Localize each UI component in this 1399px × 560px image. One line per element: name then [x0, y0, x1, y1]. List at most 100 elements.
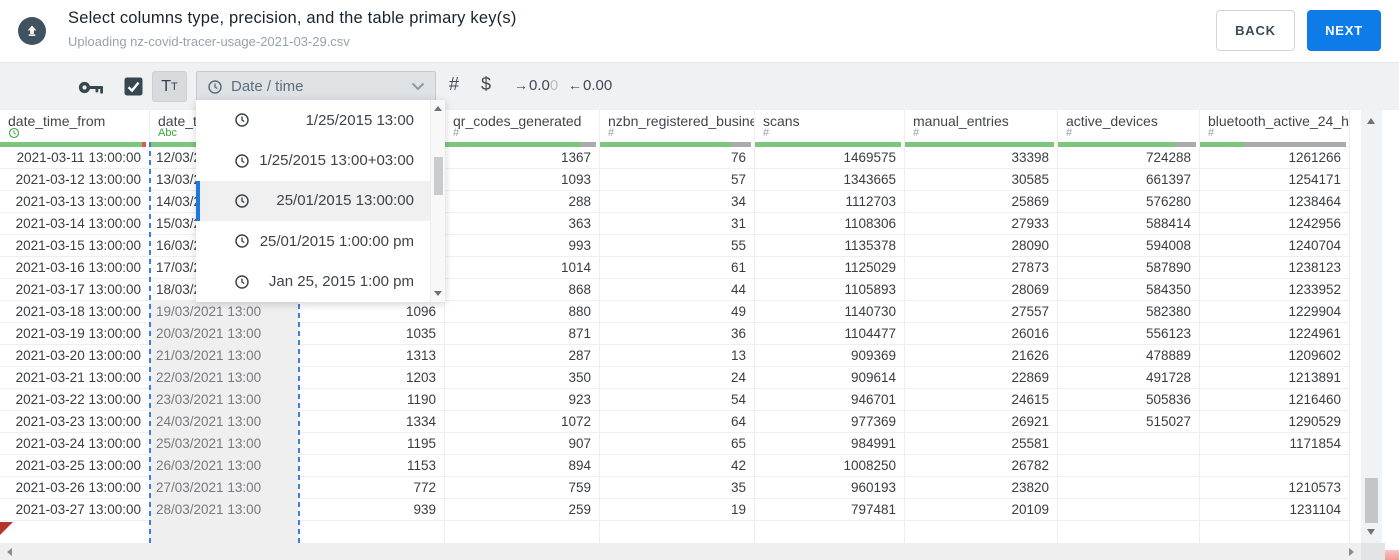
- dropdown-item[interactable]: 25/01/2015 13:00:00: [196, 180, 430, 222]
- table-cell[interactable]: 19: [600, 499, 755, 521]
- table-cell[interactable]: 34: [600, 191, 755, 213]
- table-cell[interactable]: 1171854: [1200, 433, 1350, 455]
- table-cell[interactable]: 1224961: [1200, 323, 1350, 345]
- scroll-up-icon[interactable]: [1367, 118, 1375, 124]
- decimal-increase-button[interactable]: ←0.00: [568, 77, 612, 94]
- table-cell[interactable]: 594008: [1058, 235, 1200, 257]
- horizontal-scrollbar[interactable]: [0, 543, 1361, 560]
- table-cell[interactable]: 1229904: [1200, 301, 1350, 323]
- currency-type-button[interactable]: $: [481, 74, 491, 95]
- table-cell[interactable]: 259: [445, 499, 600, 521]
- table-cell[interactable]: 1203: [299, 367, 445, 389]
- table-cell[interactable]: 1093: [445, 169, 600, 191]
- table-cell[interactable]: 1261266: [1200, 147, 1350, 169]
- table-cell[interactable]: 25/03/2021 13:00: [150, 433, 299, 455]
- table-cell[interactable]: 1213891: [1200, 367, 1350, 389]
- table-cell[interactable]: 27557: [905, 301, 1058, 323]
- dropdown-item[interactable]: 25/01/2015 1:00:00 pm: [196, 221, 430, 261]
- table-cell[interactable]: [0, 521, 150, 543]
- column-header-nzbn_registered_busine[interactable]: nzbn_registered_busine #: [600, 110, 755, 147]
- table-cell[interactable]: 1125029: [755, 257, 905, 279]
- column-header-scans[interactable]: scans #: [755, 110, 905, 147]
- table-cell[interactable]: 2021-03-21 13:00:00: [0, 367, 150, 389]
- table-cell[interactable]: 2021-03-16 13:00:00: [0, 257, 150, 279]
- table-cell[interactable]: 946701: [755, 389, 905, 411]
- column-header-qr_codes_generated[interactable]: qr_codes_generated #: [445, 110, 600, 147]
- table-cell[interactable]: 2021-03-18 13:00:00: [0, 301, 150, 323]
- table-cell[interactable]: 1334: [299, 411, 445, 433]
- table-cell[interactable]: [1058, 499, 1200, 521]
- table-cell[interactable]: 23820: [905, 477, 1058, 499]
- column-header-manual_entries[interactable]: manual_entries #: [905, 110, 1058, 147]
- table-cell[interactable]: 588414: [1058, 213, 1200, 235]
- table-cell[interactable]: 42: [600, 455, 755, 477]
- table-cell[interactable]: 2021-03-12 13:00:00: [0, 169, 150, 191]
- table-cell[interactable]: 26782: [905, 455, 1058, 477]
- table-cell[interactable]: 26016: [905, 323, 1058, 345]
- table-cell[interactable]: 993: [445, 235, 600, 257]
- table-cell[interactable]: 24: [600, 367, 755, 389]
- dropdown-item[interactable]: Jan 25, 2015 1:00 pm: [196, 262, 430, 302]
- table-cell[interactable]: 26/03/2021 13:00: [150, 455, 299, 477]
- table-cell[interactable]: 1008250: [755, 455, 905, 477]
- table-cell[interactable]: 2021-03-14 13:00:00: [0, 213, 150, 235]
- dropdown-item[interactable]: 1/25/2015 13:00: [196, 100, 430, 140]
- table-cell[interactable]: 923: [445, 389, 600, 411]
- table-cell[interactable]: 2021-03-15 13:00:00: [0, 235, 150, 257]
- table-cell[interactable]: 1469575: [755, 147, 905, 169]
- table-cell[interactable]: 871: [445, 323, 600, 345]
- table-cell[interactable]: 27873: [905, 257, 1058, 279]
- table-cell[interactable]: 2021-03-27 13:00:00: [0, 499, 150, 521]
- table-cell[interactable]: 21/03/2021 13:00: [150, 345, 299, 367]
- table-cell[interactable]: 1233952: [1200, 279, 1350, 301]
- table-cell[interactable]: 1254171: [1200, 169, 1350, 191]
- table-cell[interactable]: 1104477: [755, 323, 905, 345]
- table-cell[interactable]: [1058, 521, 1200, 543]
- table-cell[interactable]: 2021-03-11 13:00:00: [0, 147, 150, 169]
- decimal-decrease-button[interactable]: →0.00: [514, 77, 558, 94]
- table-cell[interactable]: [1058, 455, 1200, 477]
- table-cell[interactable]: 1209602: [1200, 345, 1350, 367]
- table-cell[interactable]: 27933: [905, 213, 1058, 235]
- column-header-active_devices[interactable]: active_devices #: [1058, 110, 1200, 147]
- table-cell[interactable]: 1343665: [755, 169, 905, 191]
- table-cell[interactable]: 13: [600, 345, 755, 367]
- table-cell[interactable]: 772: [299, 477, 445, 499]
- table-cell[interactable]: 28/03/2021 13:00: [150, 499, 299, 521]
- table-cell[interactable]: 1367: [445, 147, 600, 169]
- table-cell[interactable]: 1240704: [1200, 235, 1350, 257]
- table-cell[interactable]: 1140730: [755, 301, 905, 323]
- number-type-button[interactable]: #: [449, 74, 459, 95]
- table-cell[interactable]: 25581: [905, 433, 1058, 455]
- dropdown-scroll-thumb[interactable]: [434, 157, 443, 195]
- table-cell[interactable]: 909614: [755, 367, 905, 389]
- table-cell[interactable]: 909369: [755, 345, 905, 367]
- column-header-bluetooth_active_24_hr_[interactable]: bluetooth_active_24_hr_ #: [1200, 110, 1350, 147]
- table-cell[interactable]: 880: [445, 301, 600, 323]
- table-cell[interactable]: 505836: [1058, 389, 1200, 411]
- table-cell[interactable]: 1313: [299, 345, 445, 367]
- table-cell[interactable]: 1035: [299, 323, 445, 345]
- table-cell[interactable]: 20109: [905, 499, 1058, 521]
- table-cell[interactable]: 491728: [1058, 367, 1200, 389]
- table-cell[interactable]: 54: [600, 389, 755, 411]
- table-cell[interactable]: 31: [600, 213, 755, 235]
- table-cell[interactable]: 28090: [905, 235, 1058, 257]
- table-cell[interactable]: 907: [445, 433, 600, 455]
- table-cell[interactable]: 33398: [905, 147, 1058, 169]
- table-cell[interactable]: 26921: [905, 411, 1058, 433]
- table-cell[interactable]: [299, 521, 445, 543]
- table-cell[interactable]: 1238464: [1200, 191, 1350, 213]
- table-cell[interactable]: 44: [600, 279, 755, 301]
- table-cell[interactable]: 36: [600, 323, 755, 345]
- table-cell[interactable]: 2021-03-23 13:00:00: [0, 411, 150, 433]
- column-header-date_time_from[interactable]: date_time_from: [0, 110, 150, 147]
- table-cell[interactable]: 576280: [1058, 191, 1200, 213]
- table-cell[interactable]: 556123: [1058, 323, 1200, 345]
- table-cell[interactable]: 1105893: [755, 279, 905, 301]
- table-cell[interactable]: [1200, 455, 1350, 477]
- checked-checkbox-button[interactable]: [124, 77, 143, 96]
- vertical-scrollbar[interactable]: [1361, 110, 1382, 543]
- scroll-right-icon[interactable]: [1349, 547, 1354, 556]
- dropdown-scrollbar[interactable]: [430, 100, 445, 302]
